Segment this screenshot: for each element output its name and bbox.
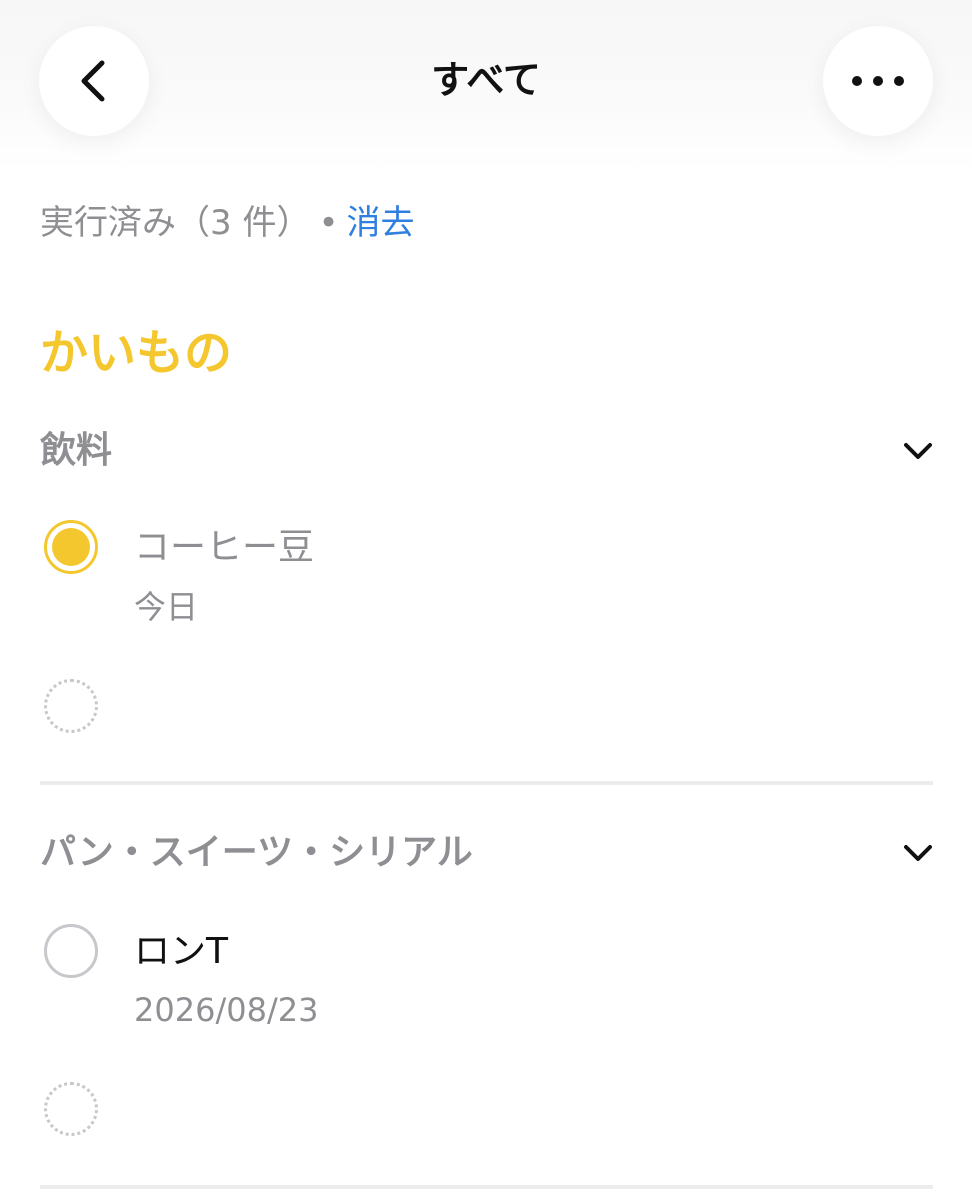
- reminder-title[interactable]: コーヒー豆: [134, 522, 314, 574]
- section-label: 飲料: [40, 430, 113, 471]
- reminder-due-date: 2026/08/23: [134, 991, 319, 1029]
- separator-dot: •: [318, 203, 339, 243]
- chevron-down-icon[interactable]: [902, 837, 934, 869]
- list-title: かいもの: [40, 325, 233, 381]
- reminder-title[interactable]: ロンT: [134, 926, 228, 978]
- new-reminder-checkbox[interactable]: [44, 1082, 98, 1136]
- completed-checkbox[interactable]: [44, 520, 98, 574]
- section-divider: [40, 781, 933, 785]
- section-header-bread-sweets-cereal[interactable]: パン・スイーツ・シリアル: [40, 823, 934, 883]
- completed-summary: 実行済み（3 件） • 消去: [40, 198, 415, 248]
- completed-count-label: 実行済み（3 件）: [40, 203, 311, 243]
- chevron-down-icon[interactable]: [902, 435, 934, 467]
- reminder-checkbox[interactable]: [44, 924, 98, 978]
- ellipsis-icon: [852, 76, 904, 86]
- section-divider: [40, 1185, 933, 1189]
- more-button[interactable]: [823, 26, 933, 136]
- new-reminder-checkbox[interactable]: [44, 679, 98, 733]
- section-header-drinks[interactable]: 飲料: [40, 421, 934, 481]
- clear-completed-link[interactable]: 消去: [347, 203, 415, 243]
- reminder-due-date: 今日: [134, 588, 199, 626]
- section-label: パン・スイーツ・シリアル: [40, 832, 473, 873]
